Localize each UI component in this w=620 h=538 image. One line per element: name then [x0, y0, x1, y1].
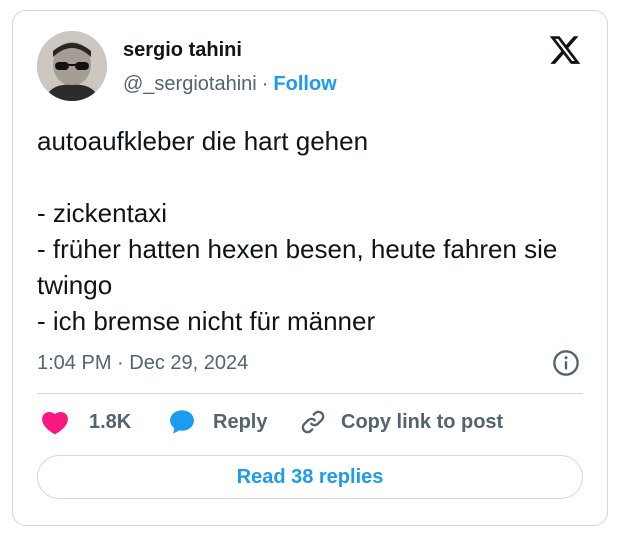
timestamp[interactable]: 1:04 PM · Dec 29, 2024 [37, 351, 248, 375]
author-name[interactable]: sergio tahini [123, 38, 242, 62]
x-logo-icon[interactable] [548, 33, 582, 67]
read-replies-button[interactable]: Read 38 replies [37, 455, 583, 499]
tweet-card: sergio tahini @_sergiotahini · Follow auto… [12, 10, 608, 526]
avatar-image [37, 31, 107, 101]
copy-link-label: Copy link to post [341, 410, 504, 433]
link-icon [301, 410, 325, 434]
separator-dot: · [261, 73, 269, 95]
tweet-text: autoaufkleber die hart gehen - zickentax… [37, 126, 558, 336]
speech-bubble-icon [170, 410, 194, 434]
like-count: 1.8K [89, 410, 132, 433]
divider [37, 393, 583, 394]
heart-icon [42, 412, 68, 435]
follow-link[interactable]: Follow [273, 73, 336, 95]
author-handle[interactable]: @_sergiotahini [123, 73, 257, 95]
like-button[interactable]: 1.8K [41, 407, 131, 437]
copy-link-button[interactable]: Copy link to post [299, 407, 503, 437]
author-handle-row: @_sergiotahini · Follow [123, 72, 337, 96]
avatar[interactable] [37, 31, 107, 101]
info-icon[interactable] [552, 349, 580, 377]
reply-button[interactable]: Reply [167, 407, 267, 437]
reply-label: Reply [213, 410, 268, 433]
